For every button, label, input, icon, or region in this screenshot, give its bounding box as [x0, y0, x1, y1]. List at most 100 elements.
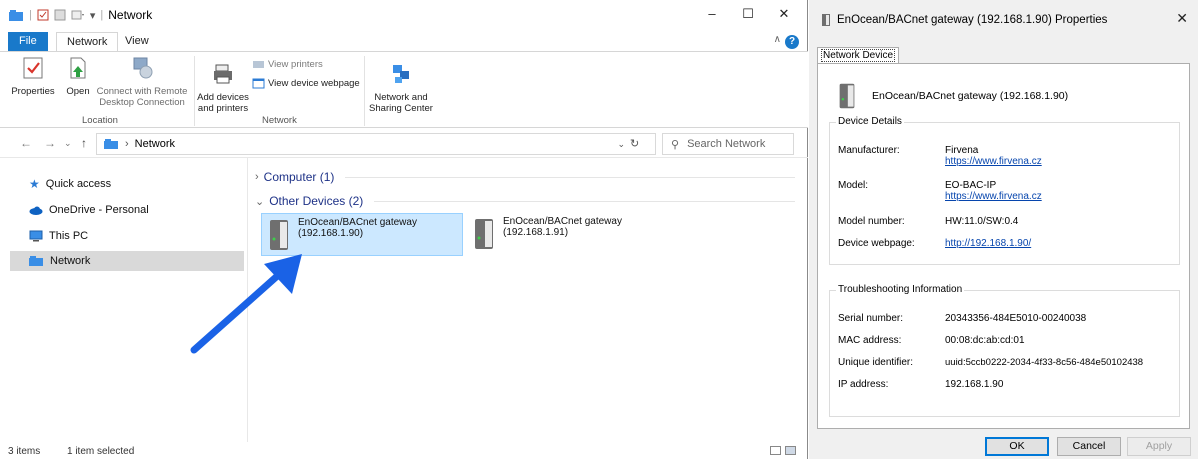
device-tile[interactable]: EnOcean/BACnet gateway (192.168.1.91) — [467, 213, 669, 256]
back-icon[interactable]: ← — [20, 136, 32, 150]
large-icons-view-icon[interactable] — [785, 446, 796, 455]
view-device-webpage-button[interactable]: View device webpage — [252, 78, 360, 89]
open-icon — [70, 57, 86, 79]
minimize-icon[interactable]: – — [700, 6, 724, 21]
selection-count: 1 item selected — [67, 446, 135, 457]
breadcrumb-separator-icon[interactable]: › — [125, 138, 129, 150]
properties-icon — [23, 57, 43, 79]
details-view-icon[interactable] — [770, 446, 781, 455]
search-placeholder: Search Network — [687, 138, 766, 150]
device-title: EnOcean/BACnet gateway (192.168.1.90) — [872, 90, 1069, 102]
manufacturer-row: Manufacturer: Firvena https://www.firven… — [838, 145, 1042, 167]
dialog-title-bar: EnOcean/BACnet gateway (192.168.1.90) Pr… — [821, 14, 1107, 26]
forward-icon[interactable]: → — [44, 136, 56, 150]
item-count: 3 items — [8, 446, 41, 457]
refresh-icon[interactable]: ↻ — [630, 137, 639, 150]
printer-icon — [214, 64, 232, 84]
unique-identifier-value: uuid:5ccb0222-2034-4f33-8c56-484e5010243… — [945, 357, 1144, 368]
maximize-icon[interactable]: ☐ — [736, 6, 760, 22]
device-ip: (192.168.1.91) — [503, 227, 569, 238]
nav-item-onedrive[interactable]: OneDrive - Personal — [11, 200, 245, 220]
close-icon[interactable]: ✕ — [772, 6, 796, 22]
status-bar: 3 items 1 item selected — [0, 442, 808, 459]
tab-view[interactable]: View — [115, 32, 159, 51]
manufacturer-link[interactable]: https://www.firvena.cz — [945, 156, 1042, 167]
recent-locations-icon[interactable]: ⌄ — [64, 138, 72, 149]
model-number-row: Model number: HW:11.0/SW:0.4 — [838, 216, 1019, 227]
model-number-value: HW:11.0/SW:0.4 — [945, 216, 1019, 227]
network-sharing-icon — [393, 65, 409, 83]
chevron-down-icon: ⌄ — [255, 195, 265, 208]
computer-icon — [29, 230, 43, 242]
properties-dialog: EnOcean/BACnet gateway (192.168.1.90) Pr… — [809, 0, 1198, 459]
tab-panel: EnOcean/BACnet gateway (192.168.1.90) De… — [817, 63, 1190, 429]
up-icon[interactable]: ↑ — [81, 136, 87, 150]
cloud-icon — [29, 206, 43, 215]
model-value: EO-BAC-IP — [945, 180, 997, 191]
chevron-right-icon: › — [255, 171, 259, 183]
nav-item-quick-access[interactable]: ★ Quick access — [11, 174, 245, 194]
title-bar: | ▾ | Network – ☐ ✕ — [0, 0, 808, 30]
quick-access-toolbar: | ▾ | Network — [8, 8, 152, 22]
network-folder-icon[interactable] — [8, 9, 24, 22]
ribbon-divider — [194, 56, 195, 126]
add-devices-button[interactable]: Add devices and printers — [196, 62, 250, 114]
device-details-group: Device Details Manufacturer: Firvena htt… — [829, 116, 1180, 265]
view-printers-button[interactable]: View printers — [252, 59, 323, 70]
help-icon[interactable]: ? — [785, 35, 799, 49]
webpage-icon — [252, 78, 265, 89]
tab-network[interactable]: Network — [56, 32, 119, 51]
annotation-arrow-icon — [190, 254, 302, 354]
address-row: ← → ⌄ ↑ › Network ⌄ ↻ ⚲ Search Network — [0, 128, 808, 158]
qat-dropdown-icon[interactable]: ▾ — [90, 9, 96, 22]
device-small-icon — [822, 14, 830, 26]
search-input[interactable]: ⚲ Search Network — [662, 133, 794, 155]
properties-qat-icon[interactable] — [37, 9, 49, 21]
network-sharing-center-button[interactable]: Network and Sharing Center — [368, 62, 434, 114]
mac-address-value: 00:08:dc:ab:cd:01 — [945, 335, 1025, 346]
connect-remote-desktop-button[interactable]: Connect with Remote Desktop Connection — [94, 56, 190, 108]
serial-number-row: Serial number: 20343356-484E5010-0024003… — [838, 313, 1087, 324]
customize-qat-icon[interactable] — [71, 9, 85, 21]
troubleshooting-legend: Troubleshooting Information — [836, 284, 965, 295]
cancel-button[interactable]: Cancel — [1057, 437, 1121, 456]
device-ip: (192.168.1.90) — [298, 228, 364, 239]
explorer-window: | ▾ | Network – ☐ ✕ File Network View ∧ … — [0, 0, 808, 459]
device-name: EnOcean/BACnet gateway — [503, 216, 622, 227]
tab-file[interactable]: File — [8, 32, 48, 51]
window-title: Network — [108, 8, 153, 22]
network-location-icon — [104, 139, 118, 149]
ok-button[interactable]: OK — [985, 437, 1049, 456]
properties-button[interactable]: Properties — [4, 56, 62, 97]
device-details-legend: Device Details — [836, 116, 904, 127]
network-group-label: Network — [262, 115, 297, 126]
ribbon-divider — [364, 56, 365, 126]
tab-network-device[interactable]: Network Device — [817, 47, 900, 64]
device-webpage-row: Device webpage: http://192.168.1.90/ — [838, 238, 1032, 249]
address-bar[interactable]: › Network ⌄ — [96, 133, 656, 155]
collapse-ribbon-icon[interactable]: ∧ — [774, 34, 781, 45]
gateway-device-icon — [475, 219, 493, 249]
ribbon-tabs: File Network View — [0, 30, 808, 52]
new-folder-qat-icon[interactable] — [54, 9, 66, 21]
divider — [374, 200, 795, 202]
manufacturer-value: Firvena — [945, 145, 979, 156]
group-header-other-devices[interactable]: ⌄ Other Devices (2) — [255, 194, 795, 208]
serial-number-value: 20343356-484E5010-00240038 — [945, 313, 1087, 324]
open-button[interactable]: Open — [62, 56, 94, 97]
content-pane: › Computer (1) ⌄ Other Devices (2) EnOce… — [249, 158, 808, 442]
location-group-label: Location — [82, 115, 118, 126]
apply-button[interactable]: Apply — [1127, 437, 1191, 456]
remote-desktop-icon — [133, 57, 153, 79]
device-webpage-link[interactable]: http://192.168.1.90/ — [945, 238, 1031, 249]
breadcrumb-network[interactable]: Network — [135, 138, 175, 150]
mac-address-row: MAC address: 00:08:dc:ab:cd:01 — [838, 335, 1025, 346]
address-dropdown-icon[interactable]: ⌄ — [617, 139, 625, 150]
view-toggle — [770, 446, 796, 455]
network-icon — [29, 256, 43, 266]
unique-identifier-row: Unique identifier: uuid:5ccb0222-2034-4f… — [838, 357, 1144, 368]
model-link[interactable]: https://www.firvena.cz — [945, 191, 1042, 202]
dialog-close-icon[interactable]: ✕ — [1176, 10, 1188, 27]
dialog-title: EnOcean/BACnet gateway (192.168.1.90) Pr… — [837, 14, 1108, 26]
group-header-computer[interactable]: › Computer (1) — [255, 170, 795, 184]
